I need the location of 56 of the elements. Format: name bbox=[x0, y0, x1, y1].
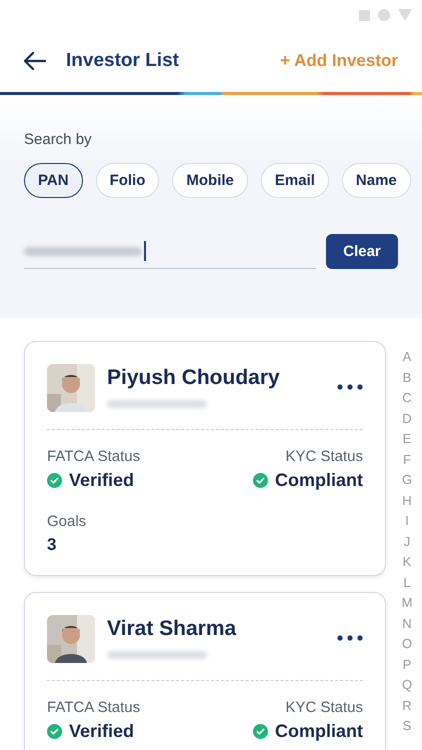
index-letter[interactable]: J bbox=[398, 532, 416, 552]
index-letter[interactable]: G bbox=[398, 470, 416, 490]
investor-name: Piyush Choudary bbox=[107, 366, 281, 390]
index-letter[interactable]: E bbox=[398, 429, 416, 450]
triangle-icon bbox=[398, 9, 412, 21]
status-value: Verified bbox=[69, 721, 134, 742]
index-letter[interactable]: R bbox=[398, 696, 416, 716]
index-letter[interactable]: S bbox=[398, 716, 416, 736]
filter-chip[interactable]: PAN bbox=[24, 163, 83, 198]
filter-chip[interactable]: Name bbox=[342, 163, 411, 198]
index-letter[interactable]: K bbox=[398, 552, 416, 572]
back-arrow-icon bbox=[24, 52, 46, 70]
index-letter[interactable]: F bbox=[398, 450, 416, 470]
field-label: KYC Status bbox=[284, 699, 363, 716]
clear-button[interactable]: Clear bbox=[326, 234, 398, 269]
index-letter[interactable]: H bbox=[398, 490, 416, 511]
filter-chip[interactable]: Folio bbox=[96, 163, 160, 198]
more-button[interactable] bbox=[337, 635, 363, 641]
investor-card[interactable]: Piyush Choudary FATCA Status Verified KYC Status Compliant Goals 3 bbox=[24, 341, 386, 576]
field-label: Goals bbox=[47, 513, 88, 530]
goals-count: 3 bbox=[47, 535, 58, 555]
back-button[interactable] bbox=[24, 52, 46, 70]
circle-icon bbox=[378, 9, 390, 21]
index-letter[interactable]: O bbox=[398, 634, 416, 654]
more-icon bbox=[337, 635, 363, 641]
add-investor-link[interactable]: + Add Investor bbox=[280, 51, 398, 71]
square-icon bbox=[359, 10, 370, 20]
index-letter[interactable]: N bbox=[398, 614, 416, 634]
status-value: Verified bbox=[69, 470, 134, 491]
index-letter[interactable]: Q bbox=[398, 675, 416, 696]
more-button[interactable] bbox=[337, 384, 363, 390]
search-by-label: Search by bbox=[24, 131, 93, 148]
index-letter[interactable]: D bbox=[398, 408, 416, 429]
check-icon bbox=[253, 473, 268, 488]
index-letter[interactable]: A bbox=[398, 347, 416, 368]
index-letter[interactable]: L bbox=[398, 572, 416, 593]
filter-chip[interactable]: Email bbox=[260, 163, 329, 198]
index-letter[interactable]: M bbox=[398, 593, 416, 614]
field-label: FATCA Status bbox=[47, 699, 140, 716]
field-label: FATCA Status bbox=[47, 448, 140, 465]
index-letter[interactable]: C bbox=[398, 388, 416, 408]
check-icon bbox=[47, 473, 62, 488]
investor-name: Virat Sharma bbox=[107, 617, 238, 641]
page-title: Investor List bbox=[66, 50, 180, 72]
index-letter[interactable]: I bbox=[398, 511, 416, 532]
index-letter[interactable]: B bbox=[398, 368, 416, 388]
check-icon bbox=[47, 724, 62, 739]
check-icon bbox=[253, 724, 268, 739]
investor-card[interactable]: Virat Sharma FATCA Status Verified KYC Status Compliant bbox=[24, 592, 386, 750]
more-icon bbox=[337, 384, 363, 390]
status-value: Compliant bbox=[275, 470, 363, 491]
status-value: Compliant bbox=[275, 721, 363, 742]
index-letter[interactable]: P bbox=[398, 654, 416, 675]
text-cursor bbox=[144, 241, 146, 261]
filter-chip[interactable]: Mobile bbox=[172, 163, 248, 198]
field-label: KYC Status bbox=[284, 448, 363, 465]
